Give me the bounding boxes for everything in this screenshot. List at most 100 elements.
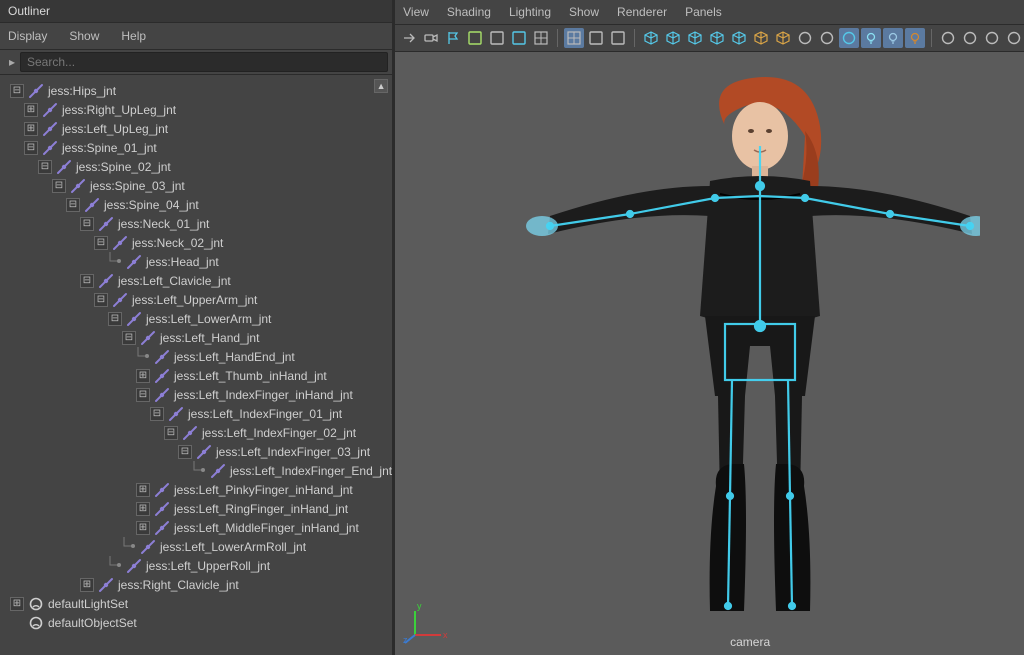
expand-icon[interactable]: ⊞ (24, 103, 38, 117)
viewport-menu-lighting[interactable]: Lighting (509, 5, 551, 19)
outliner-row[interactable]: ⊞jess:Left_UpLeg_jnt (2, 119, 392, 138)
textured-icon[interactable] (685, 28, 705, 48)
collapse-icon[interactable]: ⊟ (24, 141, 38, 155)
outliner-title: Outliner (0, 0, 392, 23)
viewport-menu-shading[interactable]: Shading (447, 5, 491, 19)
outliner-menu-help[interactable]: Help (121, 29, 146, 43)
expand-icon[interactable]: ⊞ (136, 502, 150, 516)
outliner-item-label: jess:Right_UpLeg_jnt (62, 103, 176, 117)
outliner-row[interactable]: ⊟jess:Left_IndexFinger_inHand_jnt (2, 385, 392, 404)
outliner-row[interactable]: ⊞jess:Left_Thumb_inHand_jnt (2, 366, 392, 385)
collapse-icon[interactable]: ⊟ (178, 445, 192, 459)
dof-icon[interactable] (1004, 28, 1024, 48)
collapse-icon[interactable]: ⊟ (52, 179, 66, 193)
collapse-icon[interactable]: ⊟ (108, 312, 122, 326)
expand-icon[interactable]: ⊞ (136, 369, 150, 383)
joint-icon (98, 273, 114, 289)
outliner-row[interactable]: ⊟jess:Neck_01_jnt (2, 214, 392, 233)
outliner-row[interactable]: ⊟jess:Left_Hand_jnt (2, 328, 392, 347)
motion-blur-icon[interactable] (960, 28, 980, 48)
expand-icon[interactable]: ⊞ (136, 483, 150, 497)
joint-icon (112, 235, 128, 251)
outliner-tree[interactable]: ⊟jess:Hips_jnt⊞jess:Right_UpLeg_jnt⊞jess… (0, 75, 392, 638)
xray-joints-icon[interactable] (839, 28, 859, 48)
outliner-menu-display[interactable]: Display (8, 29, 47, 43)
viewport-menu-show[interactable]: Show (569, 5, 599, 19)
box2-icon[interactable] (773, 28, 793, 48)
outliner-search-input[interactable] (20, 52, 388, 72)
outliner-row[interactable]: ⊟jess:Hips_jnt (2, 81, 392, 100)
outliner-row[interactable]: ⊟jess:Spine_03_jnt (2, 176, 392, 195)
outliner-row[interactable]: jess:Head_jnt (2, 252, 392, 271)
outliner-item-label: jess:Left_IndexFinger_03_jnt (216, 445, 370, 459)
collapse-icon[interactable]: ⊟ (66, 198, 80, 212)
axis-gizmo[interactable]: y x z (403, 597, 453, 647)
outliner-row[interactable]: ⊞jess:Left_MiddleFinger_inHand_jnt (2, 518, 392, 537)
outliner-row[interactable]: defaultObjectSet (2, 613, 392, 632)
scroll-up-button[interactable]: ▲ (374, 79, 388, 93)
ssao-icon[interactable] (938, 28, 958, 48)
expand-icon[interactable]: ⊞ (10, 597, 24, 611)
camera-icon[interactable] (421, 28, 441, 48)
collapse-icon[interactable]: ⊟ (80, 274, 94, 288)
outliner-menu-show[interactable]: Show (69, 29, 99, 43)
smooth-shade-icon[interactable] (663, 28, 683, 48)
viewport-menu-renderer[interactable]: Renderer (617, 5, 667, 19)
shadows-icon[interactable] (729, 28, 749, 48)
aa-icon[interactable] (982, 28, 1002, 48)
collapse-icon[interactable]: ⊟ (10, 84, 24, 98)
outliner-row[interactable]: ⊟jess:Left_Clavicle_jnt (2, 271, 392, 290)
select-camera-icon[interactable] (399, 28, 419, 48)
outliner-row[interactable]: ⊟jess:Left_IndexFinger_02_jnt (2, 423, 392, 442)
outliner-row[interactable]: ⊟jess:Neck_02_jnt (2, 233, 392, 252)
expand-icon[interactable]: ⊞ (24, 122, 38, 136)
use-lights-icon[interactable] (707, 28, 727, 48)
resolution-gate-icon[interactable] (586, 28, 606, 48)
light2-icon[interactable] (883, 28, 903, 48)
outliner-row[interactable]: ⊞jess:Left_PinkyFinger_inHand_jnt (2, 480, 392, 499)
light1-icon[interactable] (861, 28, 881, 48)
safe-action-icon[interactable] (608, 28, 628, 48)
collapse-icon[interactable]: ⊟ (80, 217, 94, 231)
outliner-row[interactable]: ⊞defaultLightSet (2, 594, 392, 613)
outliner-row[interactable]: jess:Left_LowerArmRoll_jnt (2, 537, 392, 556)
outliner-row[interactable]: ⊞ jess:Right_UpLeg_jnt (2, 100, 392, 119)
collapse-icon[interactable]: ⊟ (150, 407, 164, 421)
outliner-row[interactable]: ⊟jess:Left_UpperArm_jnt (2, 290, 392, 309)
joint-icon (154, 501, 170, 517)
outliner-row[interactable]: jess:Left_UpperRoll_jnt (2, 556, 392, 575)
collapse-icon[interactable]: ⊟ (136, 388, 150, 402)
collapse-icon[interactable]: ⊟ (164, 426, 178, 440)
outliner-row[interactable]: ⊟ jess:Left_IndexFinger_03_jnt (2, 442, 392, 461)
viewport-menu-view[interactable]: View (403, 5, 429, 19)
collapse-icon[interactable]: ⊟ (122, 331, 136, 345)
outliner-row[interactable]: ⊟jess:Spine_01_jnt (2, 138, 392, 157)
outliner-row[interactable]: jess:Left_HandEnd_jnt (2, 347, 392, 366)
xray-icon[interactable] (817, 28, 837, 48)
outliner-row[interactable]: jess:Left_IndexFinger_End_jnt (2, 461, 392, 480)
box1-icon[interactable] (751, 28, 771, 48)
film-gate-icon[interactable] (487, 28, 507, 48)
expand-icon[interactable]: ⊞ (136, 521, 150, 535)
outliner-row[interactable]: ⊞jess:Left_RingFinger_inHand_jnt (2, 499, 392, 518)
collapse-icon[interactable]: ⊟ (94, 236, 108, 250)
outliner-row[interactable]: ⊟jess:Left_LowerArm_jnt (2, 309, 392, 328)
isolate-icon[interactable] (795, 28, 815, 48)
grid-icon[interactable] (564, 28, 584, 48)
outliner-row[interactable]: ⊞jess:Right_Clavicle_jnt (2, 575, 392, 594)
collapse-icon[interactable]: ⊟ (38, 160, 52, 174)
field-chart-icon[interactable] (531, 28, 551, 48)
bookmark-icon[interactable] (443, 28, 463, 48)
viewport-3d[interactable]: y x z camera (395, 52, 1024, 655)
outliner-row[interactable]: ⊟jess:Left_IndexFinger_01_jnt (2, 404, 392, 423)
light3-icon[interactable] (905, 28, 925, 48)
search-expand-icon[interactable]: ▸ (4, 55, 20, 69)
outliner-row[interactable]: ⊟jess:Spine_02_jnt (2, 157, 392, 176)
collapse-icon[interactable]: ⊟ (94, 293, 108, 307)
gate-mask-icon[interactable] (509, 28, 529, 48)
viewport-menu-panels[interactable]: Panels (685, 5, 722, 19)
wireframe-icon[interactable] (641, 28, 661, 48)
image-plane-icon[interactable] (465, 28, 485, 48)
outliner-row[interactable]: ⊟jess:Spine_04_jnt (2, 195, 392, 214)
expand-icon[interactable]: ⊞ (80, 578, 94, 592)
